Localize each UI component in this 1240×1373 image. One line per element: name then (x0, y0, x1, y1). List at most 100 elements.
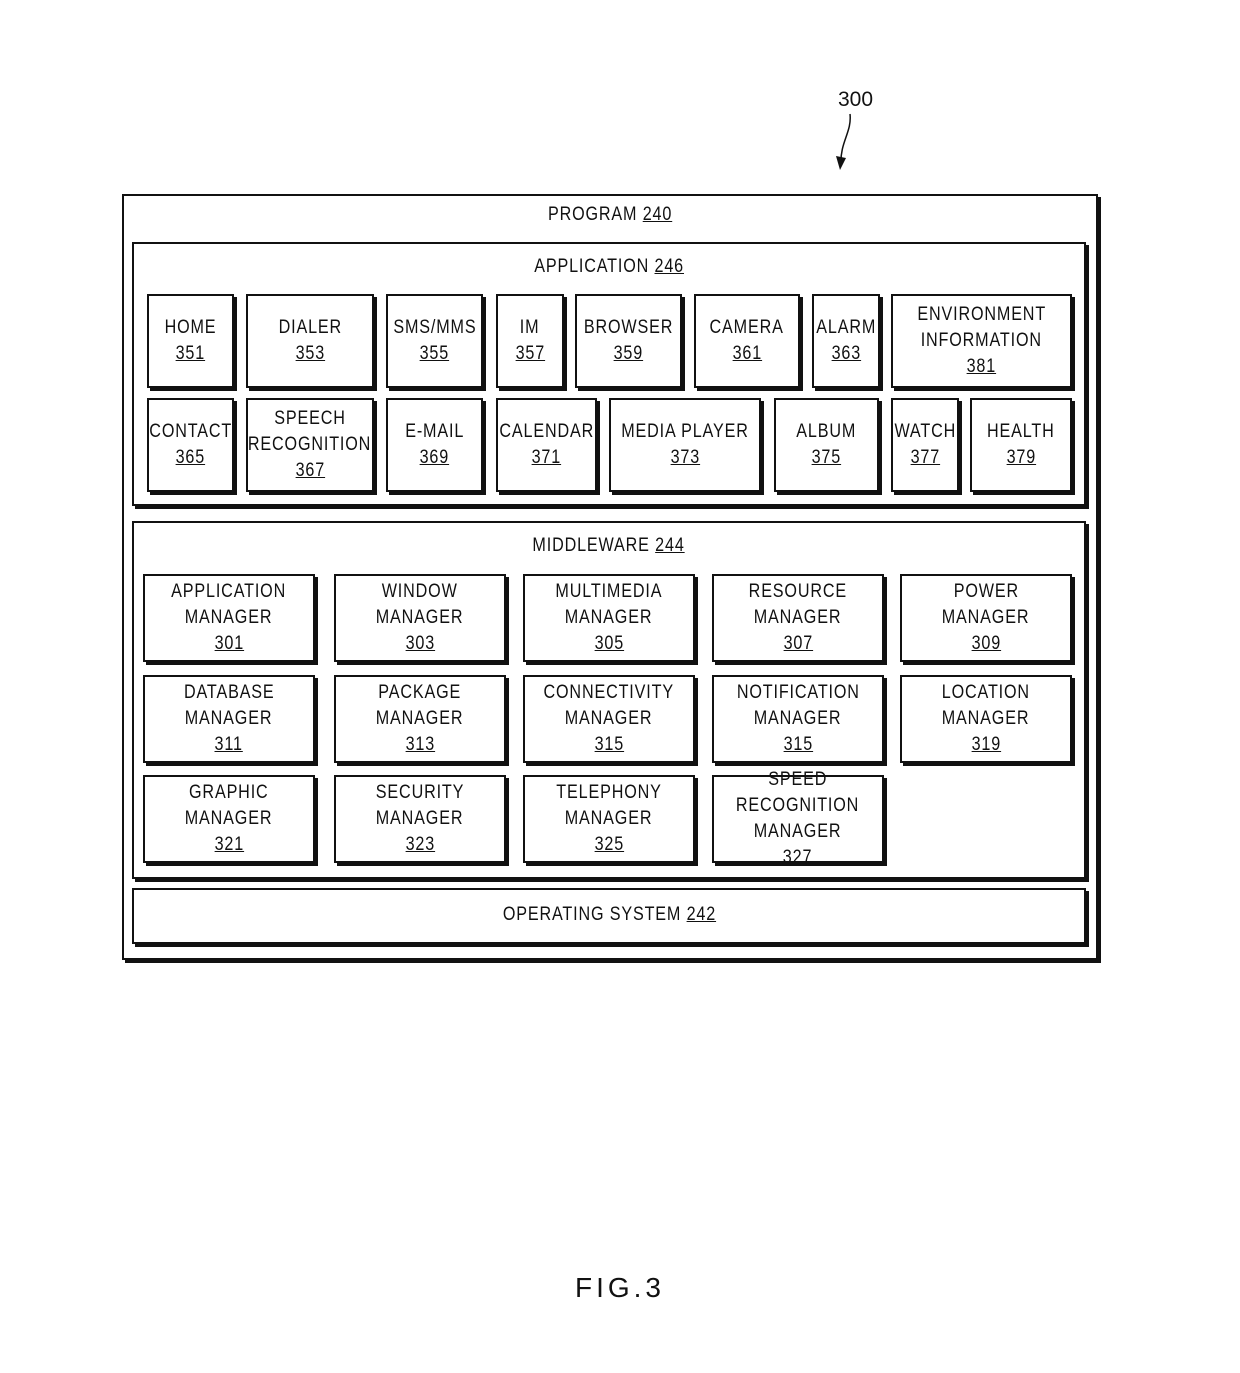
app-contact-number: 365 (175, 447, 206, 468)
app-health-label: HEALTH (987, 421, 1055, 442)
app-sms-mms: SMS/MMS 355 (386, 294, 483, 388)
mw-package-manager-number: 313 (405, 734, 435, 755)
app-home-number: 351 (175, 343, 206, 364)
mw-telephony-manager-label: MANAGER (565, 808, 653, 829)
app-e-mail: E-MAIL 369 (386, 398, 483, 492)
mw-location-manager: LOCATION MANAGER 319 (900, 675, 1072, 763)
mw-resource-manager-label: RESOURCE (748, 581, 848, 602)
app-e-mail-label: E-MAIL (405, 421, 464, 442)
mw-security-manager-number: 323 (405, 834, 435, 855)
mw-connectivity-manager: CONNECTIVITY MANAGER 315 (523, 675, 695, 763)
app-im-number: 357 (515, 343, 545, 364)
app-media-player-number: 373 (670, 447, 700, 468)
figure-caption: FIG.3 (574, 1272, 665, 1303)
operating-system-box: OPERATING SYSTEM 242 (132, 888, 1086, 944)
mw-connectivity-manager-label: MANAGER (565, 708, 653, 729)
mw-multimedia-manager-label: MANAGER (565, 607, 653, 628)
mw-location-manager-label: MANAGER (942, 708, 1030, 729)
mw-package-manager-label: PACKAGE (378, 682, 462, 703)
app-speech-recognition: SPEECH RECOGNITION 367 (246, 398, 374, 492)
app-speech-recognition-label: RECOGNITION (248, 434, 372, 455)
app-watch: WATCH 377 (891, 398, 959, 492)
mw-telephony-manager: TELEPHONY MANAGER 325 (523, 775, 695, 863)
app-watch-number: 377 (910, 447, 940, 468)
mw-power-manager-label: POWER (953, 581, 1019, 602)
mw-application-manager-label: APPLICATION (171, 581, 287, 602)
application-title: APPLICATION 246 (534, 256, 684, 277)
middleware-title: MIDDLEWARE 244 (532, 535, 686, 556)
app-alarm-number: 363 (831, 343, 861, 364)
mw-graphic-manager-label: GRAPHIC (189, 782, 269, 803)
mw-location-manager-label: LOCATION (941, 682, 1031, 703)
app-camera: CAMERA 361 (694, 294, 800, 388)
app-camera-number: 361 (732, 343, 762, 364)
app-album: ALBUM 375 (774, 398, 879, 492)
reference-arrow-icon (836, 113, 851, 170)
app-e-mail-number: 369 (419, 447, 450, 468)
mw-speed-recognition-manager: SPEED RECOGNITION MANAGER 327 (712, 769, 884, 868)
mw-telephony-manager-label: TELEPHONY (556, 782, 662, 803)
mw-speed-recognition-manager-label: MANAGER 327 (754, 819, 842, 871)
app-health-number: 379 (1006, 447, 1036, 468)
operating-system-title: OPERATING SYSTEM 242 (502, 904, 716, 925)
mw-speed-recognition-manager-label: RECOGNITION (736, 795, 860, 816)
app-contact: CONTACT 365 (147, 398, 234, 492)
app-health: HEALTH 379 (970, 398, 1072, 492)
app-calendar: CALENDAR 371 (496, 398, 597, 492)
app-album-number: 375 (811, 447, 842, 468)
app-dialer-label: DIALER (278, 317, 342, 338)
mw-power-manager: POWER MANAGER 309 (900, 574, 1072, 662)
mw-resource-manager-label: MANAGER (754, 607, 842, 628)
mw-telephony-manager-number: 325 (594, 834, 624, 855)
app-home: HOME 351 (147, 294, 234, 388)
app-environment-information-number: 381 (966, 356, 997, 377)
mw-application-manager: APPLICATION MANAGER 301 (143, 574, 315, 662)
mw-connectivity-manager-number: 315 (594, 734, 624, 755)
mw-window-manager-number: 303 (405, 633, 435, 654)
mw-graphic-manager: GRAPHIC MANAGER 321 (143, 775, 315, 863)
mw-graphic-manager-label: MANAGER (185, 808, 273, 829)
mw-power-manager-number: 309 (971, 633, 1001, 654)
app-alarm: ALARM 363 (812, 294, 880, 388)
mw-notification-manager-label: MANAGER (754, 708, 842, 729)
app-im: IM 357 (496, 294, 564, 388)
mw-resource-manager: RESOURCE MANAGER 307 (712, 574, 884, 662)
mw-resource-manager-number: 307 (783, 633, 813, 654)
mw-application-manager-label: MANAGER (185, 607, 273, 628)
mw-multimedia-manager-number: 305 (594, 633, 624, 654)
mw-multimedia-manager-label: MULTIMEDIA (555, 581, 663, 602)
mw-notification-manager-label: NOTIFICATION (736, 682, 860, 703)
app-watch-label: WATCH (894, 421, 956, 442)
mw-window-manager-label: WINDOW (382, 581, 458, 602)
app-media-player: MEDIA PLAYER 373 (609, 398, 761, 492)
app-album-label: ALBUM (796, 421, 857, 442)
program-title: PROGRAM 240 (547, 204, 673, 225)
app-contact-label: CONTACT (149, 421, 232, 442)
mw-database-manager-label: MANAGER (185, 708, 273, 729)
mw-database-manager: DATABASE MANAGER 311 (143, 675, 315, 763)
app-sms-mms-label: SMS/MMS (392, 317, 477, 338)
app-environment-information: ENVIRONMENT INFORMATION 381 (891, 294, 1072, 388)
app-alarm-label: ALARM (816, 317, 876, 338)
app-sms-mms-number: 355 (419, 343, 450, 364)
mw-window-manager: WINDOW MANAGER 303 (334, 574, 506, 662)
mw-notification-manager-number: 315 (783, 734, 813, 755)
mw-location-manager-number: 319 (971, 734, 1001, 755)
app-speech-recognition-label: SPEECH (274, 408, 346, 429)
app-browser: BROWSER 359 (575, 294, 682, 388)
mw-connectivity-manager-label: CONNECTIVITY (543, 682, 675, 703)
mw-power-manager-label: MANAGER (942, 607, 1030, 628)
app-camera-label: CAMERA (709, 317, 785, 338)
app-dialer: DIALER 353 (246, 294, 374, 388)
app-speech-recognition-number: 367 (295, 460, 325, 481)
mw-security-manager-label: SECURITY (375, 782, 465, 803)
mw-application-manager-number: 301 (214, 633, 244, 654)
mw-multimedia-manager: MULTIMEDIA MANAGER 305 (523, 574, 695, 662)
app-calendar-number: 371 (531, 447, 562, 468)
reference-numeral: 300 (838, 88, 874, 111)
app-browser-number: 359 (613, 343, 644, 364)
mw-security-manager: SECURITY MANAGER 323 (334, 775, 506, 863)
mw-package-manager: PACKAGE MANAGER 313 (334, 675, 506, 763)
mw-speed-recognition-manager-number: 327 (783, 847, 813, 868)
mw-speed-recognition-manager-label: SPEED (768, 769, 828, 790)
